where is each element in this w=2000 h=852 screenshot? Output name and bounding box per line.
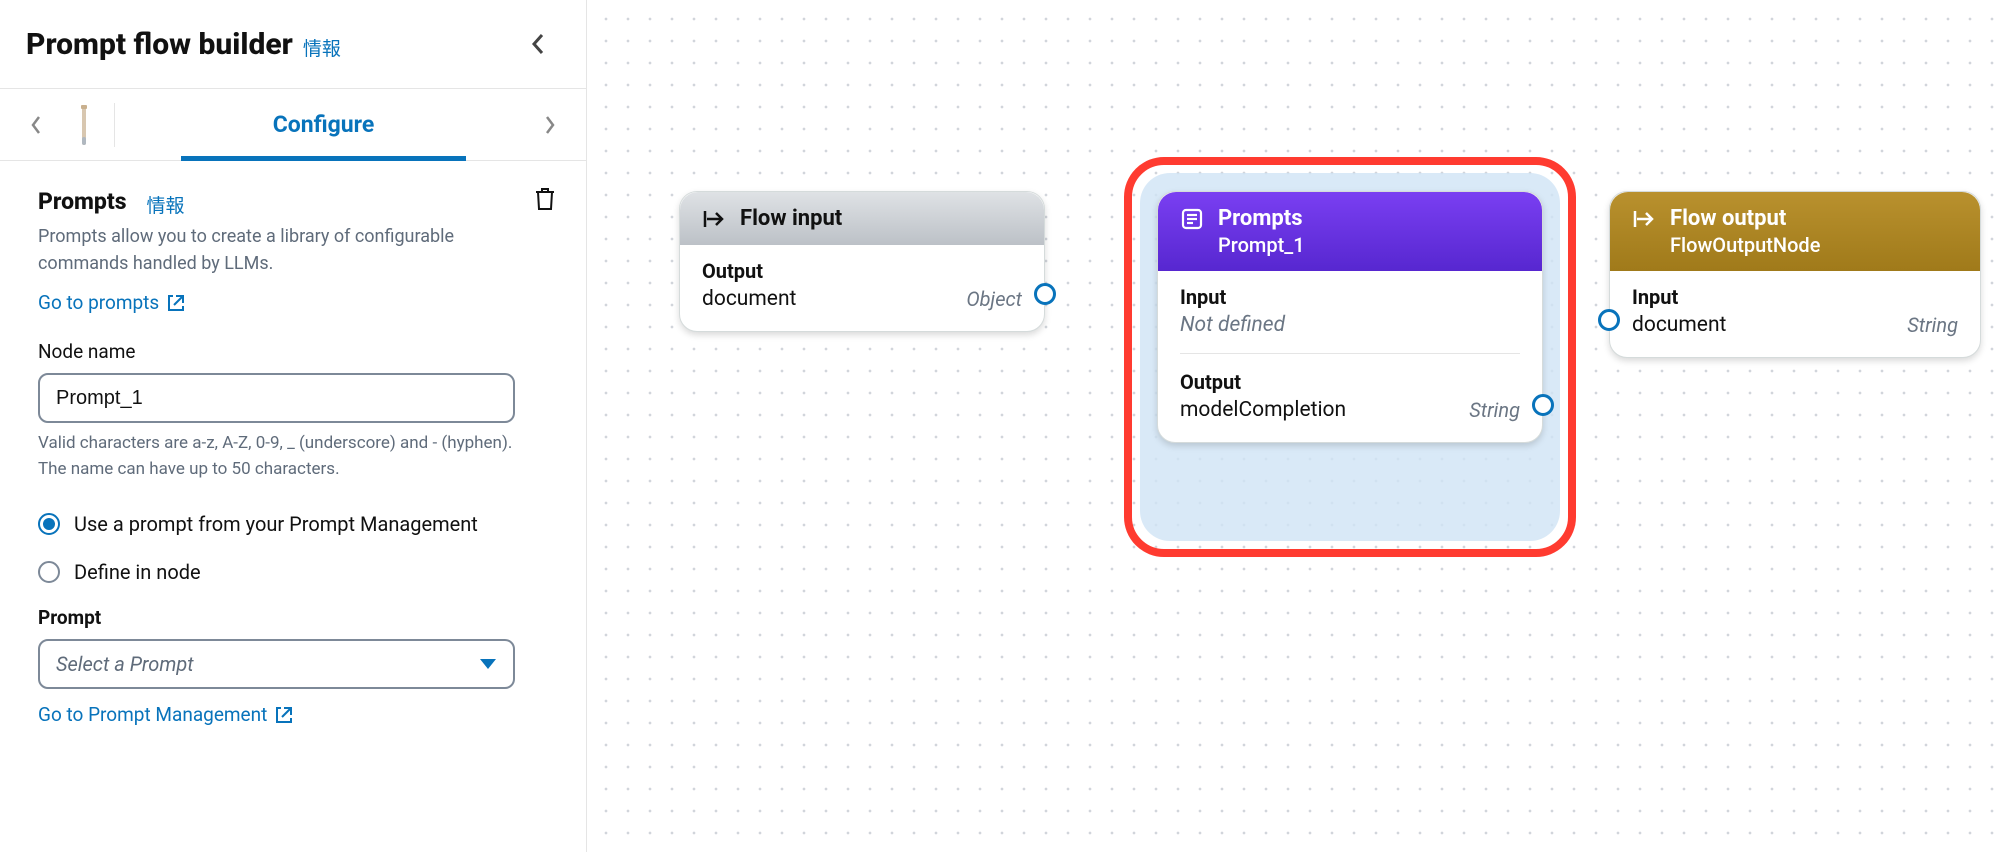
node-header[interactable]: Flow input bbox=[680, 192, 1044, 245]
node-name-hint: Valid characters are a-z, A-Z, 0-9, _ (u… bbox=[38, 431, 528, 482]
node-palette-icon bbox=[79, 103, 89, 147]
node-header[interactable]: Prompts Prompt_1 bbox=[1158, 192, 1542, 271]
chevron-left-icon bbox=[30, 115, 42, 135]
prompt-source-radio-group: Use a prompt from your Prompt Management… bbox=[38, 510, 556, 586]
tab-row: Configure bbox=[0, 89, 586, 161]
input-section-label: Input bbox=[1632, 285, 1958, 309]
prompt-icon bbox=[1180, 207, 1204, 231]
node-subtitle: FlowOutputNode bbox=[1670, 233, 1820, 257]
node-title: Prompts bbox=[1218, 206, 1303, 231]
output-type: Object bbox=[966, 287, 1022, 311]
output-port[interactable] bbox=[1034, 283, 1056, 305]
tab-next-button[interactable] bbox=[532, 102, 568, 148]
input-type: String bbox=[1907, 313, 1958, 337]
flow-input-icon bbox=[702, 208, 726, 230]
output-name: document bbox=[702, 287, 796, 311]
radio-label: Define in node bbox=[74, 558, 201, 586]
external-link-icon bbox=[167, 294, 185, 312]
section-header: Prompts 情報 bbox=[38, 187, 556, 215]
tab-prev-button[interactable] bbox=[18, 102, 54, 148]
output-type: String bbox=[1469, 398, 1520, 422]
collapse-sidebar-button[interactable] bbox=[520, 26, 556, 62]
input-name: document bbox=[1632, 313, 1726, 337]
node-title: Flow input bbox=[740, 206, 842, 231]
node-body: Input document String bbox=[1610, 271, 1980, 357]
input-port[interactable] bbox=[1598, 309, 1620, 331]
node-flow-input[interactable]: Flow input Output document Object bbox=[679, 191, 1045, 332]
output-name: modelCompletion bbox=[1180, 398, 1346, 422]
node-header[interactable]: Flow output FlowOutputNode bbox=[1610, 192, 1980, 271]
node-name-label: Node name bbox=[38, 340, 556, 363]
input-value: Not defined bbox=[1180, 313, 1520, 337]
flow-canvas[interactable]: Flow input Output document Object Prompt… bbox=[587, 0, 2000, 852]
link-text: Go to Prompt Management bbox=[38, 703, 267, 726]
tab-separator bbox=[114, 103, 115, 147]
link-text: Go to prompts bbox=[38, 291, 159, 314]
section-info-link[interactable]: 情報 bbox=[147, 191, 185, 218]
tab-icon-slot[interactable] bbox=[64, 102, 104, 148]
go-to-prompt-management-link[interactable]: Go to Prompt Management bbox=[38, 703, 293, 726]
go-to-prompts-link[interactable]: Go to prompts bbox=[38, 291, 185, 314]
chevron-right-icon bbox=[544, 115, 556, 135]
chevron-left-icon bbox=[531, 33, 545, 55]
external-link-icon bbox=[275, 706, 293, 724]
sidebar-header: Prompt flow builder 情報 bbox=[0, 0, 586, 89]
tab-configure[interactable]: Configure bbox=[125, 89, 522, 160]
radio-define-in-node[interactable]: Define in node bbox=[38, 558, 556, 586]
radio-icon bbox=[38, 513, 60, 535]
node-title: Flow output bbox=[1670, 206, 1786, 231]
radio-label: Use a prompt from your Prompt Management bbox=[74, 510, 478, 538]
divider bbox=[1180, 353, 1520, 354]
select-placeholder: Select a Prompt bbox=[56, 652, 194, 676]
section-title: Prompts bbox=[38, 188, 127, 215]
page-title: Prompt flow builder bbox=[26, 27, 293, 62]
sidebar: Prompt flow builder 情報 Configure bbox=[0, 0, 587, 852]
node-subtitle: Prompt_1 bbox=[1218, 233, 1305, 257]
node-prompts[interactable]: Prompts Prompt_1 Input Not defined Outpu… bbox=[1157, 191, 1543, 443]
flow-output-icon bbox=[1632, 208, 1656, 230]
output-port[interactable] bbox=[1532, 394, 1554, 416]
configure-panel: Prompts 情報 Prompts allow you to create a… bbox=[0, 161, 586, 746]
info-link[interactable]: 情報 bbox=[303, 34, 341, 61]
prompt-select[interactable]: Select a Prompt bbox=[38, 639, 515, 689]
output-section-label: Output bbox=[1180, 370, 1520, 394]
node-name-input[interactable] bbox=[38, 373, 515, 423]
input-section-label: Input bbox=[1180, 285, 1520, 309]
radio-use-prompt-management[interactable]: Use a prompt from your Prompt Management bbox=[38, 510, 556, 538]
prompt-select-label: Prompt bbox=[38, 606, 556, 629]
output-row: document Object bbox=[702, 287, 1022, 311]
trash-icon bbox=[534, 187, 556, 211]
node-body: Output document Object bbox=[680, 245, 1044, 331]
delete-node-button[interactable] bbox=[534, 187, 556, 215]
output-row: modelCompletion String bbox=[1180, 398, 1520, 422]
node-body: Input Not defined Output modelCompletion… bbox=[1158, 271, 1542, 442]
output-section-label: Output bbox=[702, 259, 1022, 283]
tab-label: Configure bbox=[273, 111, 375, 138]
section-description: Prompts allow you to create a library of… bbox=[38, 223, 528, 277]
caret-down-icon bbox=[479, 658, 497, 670]
input-row: document String bbox=[1632, 313, 1958, 337]
radio-icon bbox=[38, 561, 60, 583]
node-flow-output[interactable]: Flow output FlowOutputNode Input documen… bbox=[1609, 191, 1981, 358]
